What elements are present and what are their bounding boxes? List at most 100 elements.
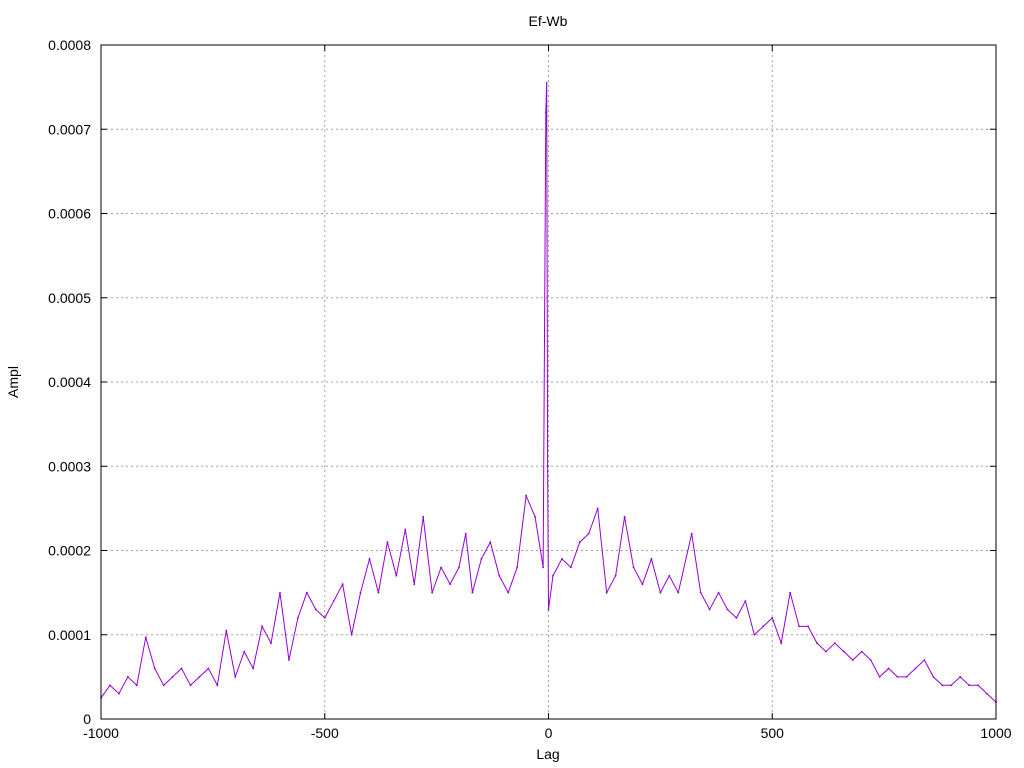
data-point — [413, 583, 416, 586]
data-point — [534, 515, 536, 518]
data-point — [699, 591, 702, 594]
data-point — [735, 617, 738, 619]
data-point — [816, 642, 818, 645]
data-point — [314, 608, 317, 611]
y-tick-label: 0.0001 — [48, 627, 91, 643]
data-point — [914, 667, 917, 670]
data-point — [923, 659, 926, 661]
grid-lines — [100, 44, 997, 720]
data-point — [807, 625, 809, 628]
data-point — [440, 566, 442, 569]
data-point — [798, 625, 800, 628]
data-point — [771, 617, 774, 619]
data-point — [677, 591, 680, 594]
data-point — [341, 583, 344, 586]
y-tick-label: 0.0002 — [48, 543, 91, 559]
data-point — [288, 659, 290, 661]
data-point — [464, 532, 467, 535]
data-point — [851, 659, 854, 661]
data-point — [207, 667, 210, 670]
y-axis-label: Ampl — [5, 366, 21, 398]
y-tick-label: 0 — [83, 711, 91, 727]
data-point — [834, 642, 836, 645]
data-point — [323, 617, 326, 619]
x-tick-label: -1000 — [83, 725, 119, 741]
data-point — [386, 541, 389, 543]
data-point — [905, 675, 908, 678]
data-point — [762, 625, 765, 628]
data-point — [887, 667, 890, 670]
data-point — [216, 684, 219, 687]
x-tick-label: -500 — [311, 725, 339, 741]
data-point — [977, 684, 979, 687]
data-point — [395, 574, 398, 577]
data-point — [261, 625, 263, 628]
y-tick-label: 0.0004 — [48, 374, 91, 390]
data-point — [234, 675, 237, 678]
data-point — [377, 591, 380, 594]
data-point — [332, 600, 335, 602]
x-tick-label: 0 — [545, 725, 553, 741]
chart: Ef-Wb -1000 -500 0 500 1000 0 0.0001 0.0002 0.00… — [5, 13, 1012, 762]
data-point — [561, 558, 563, 560]
y-tick-label: 0.0006 — [48, 206, 91, 222]
data-point — [109, 684, 111, 687]
data-point — [789, 591, 792, 594]
data-point — [542, 566, 545, 569]
data-point — [614, 574, 617, 577]
data-point — [842, 650, 845, 653]
data-point — [968, 684, 971, 687]
data-point — [744, 600, 747, 602]
data-point — [596, 507, 599, 510]
data-point — [825, 650, 827, 653]
data-point — [780, 642, 783, 645]
data-point — [431, 591, 434, 594]
data-point — [305, 591, 308, 594]
data-point — [162, 684, 165, 687]
data-point — [668, 574, 671, 577]
data-point — [545, 82, 548, 84]
data-point — [270, 642, 272, 645]
data-point — [546, 465, 549, 468]
data-point — [368, 558, 371, 560]
data-point — [135, 684, 138, 687]
data-point — [516, 566, 519, 569]
data-point — [708, 608, 711, 611]
data-point — [252, 667, 255, 670]
data-point — [404, 528, 407, 531]
data-point — [279, 591, 281, 594]
x-tick-label: 1000 — [980, 725, 1011, 741]
data-point — [458, 566, 460, 569]
data-point — [297, 617, 299, 619]
data-point — [650, 558, 653, 560]
data-point — [659, 591, 662, 594]
data-point — [753, 633, 756, 636]
data-point — [878, 675, 881, 678]
data-point — [623, 515, 626, 518]
y-tick-label: 0.0008 — [48, 37, 91, 53]
data-point — [126, 675, 129, 678]
y-tick-label: 0.0007 — [48, 121, 91, 137]
data-point — [552, 574, 554, 577]
data-point — [950, 684, 953, 687]
data-point — [449, 583, 451, 586]
data-point — [498, 574, 501, 577]
data-point — [959, 675, 962, 678]
data-point — [350, 633, 353, 636]
data-point — [153, 667, 156, 670]
data-point — [144, 636, 147, 639]
data-point — [471, 591, 474, 594]
data-point — [118, 692, 120, 695]
x-axis-label: Lag — [536, 746, 559, 762]
data-point — [547, 608, 550, 611]
data-point — [578, 541, 581, 543]
data-point — [225, 629, 228, 632]
data-point — [422, 515, 425, 518]
data-point — [641, 583, 644, 586]
data-point — [690, 532, 693, 535]
data-point — [896, 675, 899, 678]
x-tick-label: 500 — [761, 725, 785, 741]
chart-title: Ef-Wb — [529, 13, 568, 29]
data-point — [932, 675, 935, 678]
data-point — [480, 558, 483, 560]
